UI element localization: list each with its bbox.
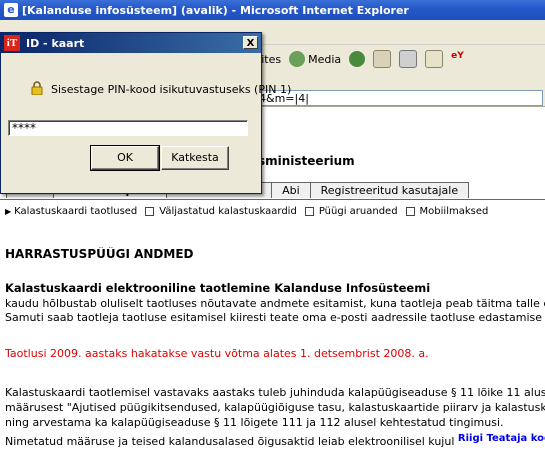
- dialog-title: ID - kaart: [26, 36, 85, 50]
- browser-title-bar: e [Kalanduse infosüsteem] (avalik) - Mic…: [0, 0, 545, 20]
- history-icon[interactable]: [349, 51, 366, 67]
- riigi-teataja-link[interactable]: Riigi Teataja kodulehel: [458, 433, 545, 444]
- print-icon[interactable]: [399, 50, 418, 68]
- close-icon[interactable]: X: [243, 36, 258, 49]
- sub-navigation: ▶ Kalastuskaardi taotlused Väljastatud k…: [5, 206, 488, 217]
- messenger-icon[interactable]: eY: [451, 51, 467, 67]
- id-card-pin-dialog: iT ID - kaart X Sisestage PIN-kood isiku…: [0, 32, 291, 194]
- subnav-item-valjastatud-kalastuskaardid[interactable]: Väljastatud kalastuskaardid: [159, 206, 297, 217]
- pin-input[interactable]: ****: [8, 120, 248, 136]
- square-bullet-icon: [145, 207, 155, 216]
- standard-buttons: orites Media eY: [250, 47, 467, 71]
- paragraph-line: Kalastuskaardi taotlemisel vastavaks aas…: [5, 386, 545, 399]
- notice-text: Taotlusi 2009. aastaks hakatakse vastu v…: [5, 347, 429, 360]
- ok-button[interactable]: OK: [90, 145, 160, 171]
- address-field[interactable]: 4&m=|4|: [255, 90, 543, 106]
- edit-icon[interactable]: [425, 50, 444, 68]
- subnav-item-puugi-aruanded[interactable]: Püügi aruanded: [319, 206, 398, 217]
- media-button[interactable]: Media: [289, 51, 341, 67]
- lock-icon: [31, 81, 43, 95]
- section-title: HARRASTUSPÜÜGI ANDMED: [5, 247, 194, 261]
- media-label: Media: [308, 52, 342, 66]
- tab-registreeritud-kasutajale[interactable]: Registreeritud kasutajale: [309, 182, 470, 198]
- main-content: HARRASTUSPÜÜGI ANDMED Kalastuskaardi ele…: [5, 247, 545, 467]
- media-icon: [289, 51, 306, 67]
- site-header-text: sministeerium: [258, 154, 355, 168]
- window-title: [Kalanduse infosüsteem] (avalik) - Micro…: [22, 3, 409, 17]
- dialog-title-bar: iT ID - kaart X: [1, 33, 261, 53]
- subnav-item-kalastuskaardi-taotlused[interactable]: Kalastuskaardi taotlused: [14, 206, 137, 217]
- tab-abi[interactable]: Abi: [271, 182, 311, 198]
- square-bullet-icon: [405, 207, 415, 216]
- cancel-button[interactable]: Katkesta: [161, 146, 229, 170]
- paragraph-line: määrusest "Ajutised püügikitsendused, ka…: [5, 401, 545, 414]
- paragraph-line: kaudu hõlbustab oluliselt taotluses nõut…: [5, 297, 545, 310]
- square-bullet-icon: [304, 207, 314, 216]
- subnav-item-mobiilmaksed[interactable]: Mobiilmaksed: [420, 206, 489, 217]
- pin-prompt-label: Sisestage PIN-kood isikutuvastuseks (PIN…: [51, 83, 292, 96]
- paragraph-line: ning arvestama ka kalapüügiseaduse § 11 …: [5, 416, 504, 429]
- mail-icon[interactable]: [373, 50, 392, 68]
- paragraph-line: Samuti saab taotleja taotluse esitamisel…: [5, 311, 545, 324]
- ie-logo-icon: e: [4, 3, 18, 17]
- content-subtitle: Kalastuskaardi elektrooniline taotlemine…: [5, 281, 431, 295]
- tabs-divider: [0, 199, 545, 200]
- paragraph-with-link: Nimetatud määruse ja teised kalandusalas…: [5, 433, 545, 448]
- triangle-bullet-icon: ▶: [5, 207, 12, 216]
- id-card-logo-icon: iT: [4, 35, 20, 51]
- paragraph-text: Nimetatud määruse ja teised kalandusalas…: [5, 435, 458, 448]
